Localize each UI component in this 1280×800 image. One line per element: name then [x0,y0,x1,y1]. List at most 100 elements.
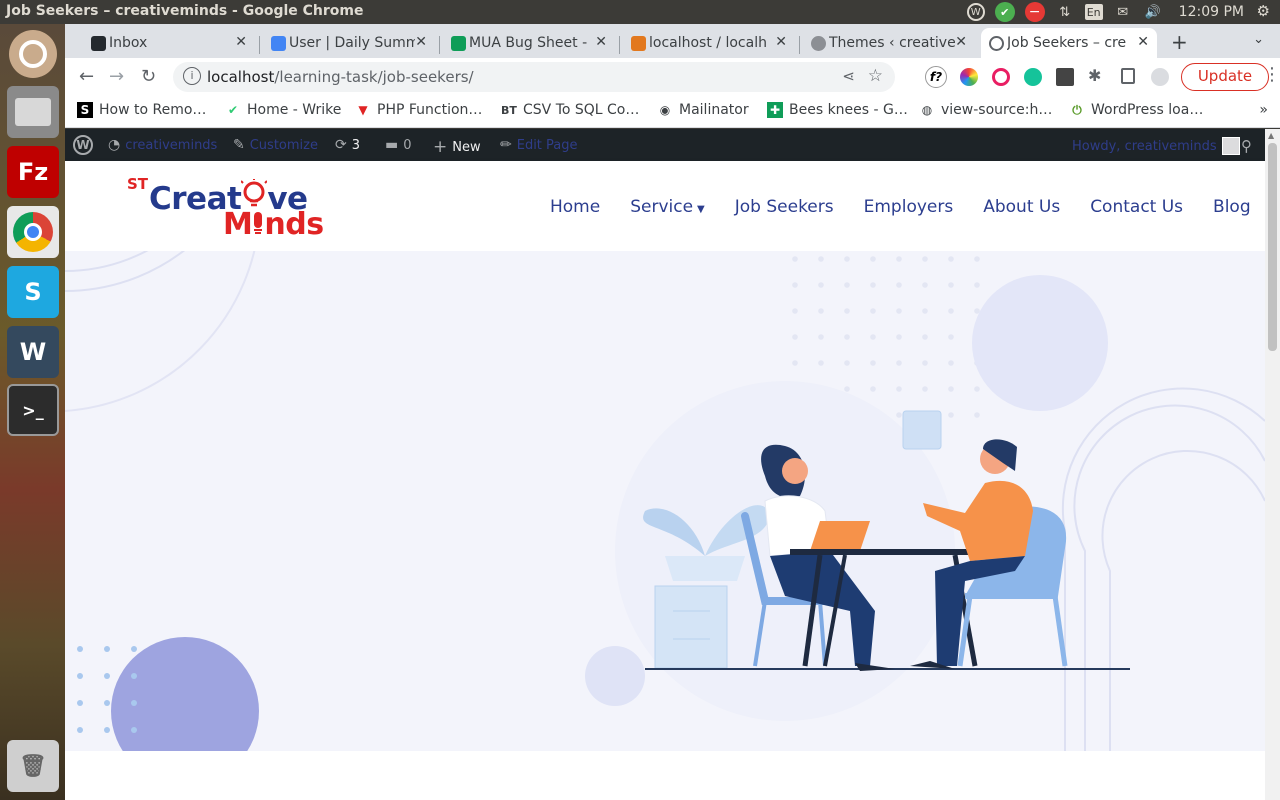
bookmark-item[interactable]: S How to Remo… [77,102,206,118]
bookmark-label: How to Remo… [99,102,207,118]
colorpicker-extension-icon[interactable] [960,68,978,86]
tab-search-icon[interactable]: ⌄ [1253,32,1264,47]
bookmark-item[interactable]: ▼ PHP Function… [355,102,482,118]
tab-phpmyadmin[interactable]: localhost / localh ✕ [623,28,795,58]
bookmark-star-icon[interactable]: ☆ [868,66,883,86]
bookmark-item[interactable]: ◍ view-source:h… [919,102,1053,118]
tab-daily-summary[interactable]: User | Daily Summ ✕ [263,28,435,58]
calendar-icon [271,36,286,51]
network-icon[interactable]: ⇅ [1055,2,1075,22]
chrome-icon[interactable] [7,206,59,258]
check-tray-icon[interactable]: ✔ [994,2,1015,22]
bookmark-item[interactable]: ✚ Bees knees - G… [767,102,908,118]
wp-my-account[interactable]: Howdy, creativeminds [1072,137,1240,155]
bookmark-item[interactable]: BT CSV To SQL Co… [501,102,639,118]
search-icon[interactable]: ⚲ [1241,137,1252,155]
new-tab-button[interactable]: + [1171,30,1188,54]
wp-new[interactable]: + New [433,137,481,157]
tab-themes[interactable]: Themes ‹ creative ✕ [803,28,975,58]
decorative-circle [111,637,259,751]
close-icon[interactable]: ✕ [775,34,787,50]
terminal-icon[interactable]: >_ [7,384,59,436]
address-bar[interactable]: i localhost/learning-task/job-seekers/ ⋖… [173,62,895,92]
wp-updates[interactable]: ⟳ 3 [335,137,360,153]
bookmark-favicon-icon: ✔ [227,103,239,117]
wordpress-logo-icon[interactable]: W [73,135,93,155]
grammarly-extension-icon[interactable] [1024,68,1042,86]
volume-icon[interactable]: 🔊 [1143,2,1163,22]
lightbulb-icon [252,208,264,234]
update-button[interactable]: Update [1181,63,1269,91]
trash-icon[interactable]: 🗑 [7,740,59,792]
wp-customize[interactable]: ✎ Customize [233,137,318,153]
wunderlist-tray-icon[interactable]: W [966,3,985,21]
bookmark-item[interactable]: ◉ Mailinator [657,102,749,118]
bookmarks-overflow-icon[interactable]: » [1259,102,1268,118]
updates-count: 3 [351,137,361,153]
hero-illustration [65,251,1265,751]
back-icon[interactable]: ← [79,66,94,87]
formula-extension-icon[interactable]: f? [925,66,947,88]
bookmark-favicon-icon: ▼ [358,103,368,117]
reload-icon[interactable]: ↻ [141,66,156,87]
mail-icon[interactable]: ✉ [1113,2,1133,22]
tab-mua-bug-sheet[interactable]: MUA Bug Sheet - ✕ [443,28,615,58]
share-icon[interactable]: ⋖ [842,67,855,85]
site-logo[interactable]: ST Creat ve Mnds [127,175,337,242]
clock[interactable]: 12:09 PM [1179,4,1244,20]
extensions-puzzle-icon[interactable]: ✱ [1088,66,1101,85]
close-icon[interactable]: ✕ [595,34,607,50]
tab-job-seekers[interactable]: Job Seekers – cre ✕ [981,28,1157,58]
no-entry-tray-icon[interactable]: − [1024,2,1045,22]
bookmark-item[interactable]: ⏻ WordPress loa… [1069,102,1203,118]
globe-icon [989,36,1004,51]
nav-about-us[interactable]: About Us [983,197,1060,217]
scroll-up-icon[interactable]: ▲ [1268,131,1274,140]
wp-edit-page[interactable]: ✏ Edit Page [500,137,578,153]
close-icon[interactable]: ✕ [415,34,427,50]
bookmark-item[interactable]: ✔ Home - Wrike [225,102,341,118]
filezilla-icon[interactable]: Fz [7,146,59,198]
table [790,549,978,555]
forward-icon[interactable]: → [109,66,124,87]
profile-avatar-icon[interactable] [1151,68,1169,86]
url-text[interactable]: localhost/learning-task/job-seekers/ [207,68,474,86]
decorative-circle [972,275,1108,411]
info-icon[interactable]: i [183,67,201,85]
keyboard-layout-icon[interactable]: En [1084,4,1103,20]
files-icon[interactable] [7,86,59,138]
wordpress-icon [811,36,826,51]
caret-down-icon: ▼ [697,204,705,215]
nav-service[interactable]: Service ▼ [630,197,705,217]
close-icon[interactable]: ✕ [235,34,247,50]
tab-label: Themes ‹ creative [829,35,955,51]
nav-job-seekers[interactable]: Job Seekers [735,197,834,217]
wp-site-name[interactable]: ◔ creativeminds [108,137,217,153]
page-scrollbar[interactable]: ▲ [1265,129,1280,800]
close-icon[interactable]: ✕ [1137,34,1149,50]
side-panel-icon[interactable] [1121,68,1135,84]
screen-recorder-extension-icon[interactable] [992,68,1010,86]
close-icon[interactable]: ✕ [955,34,967,50]
bookmark-favicon-icon: ◍ [921,103,933,117]
new-extension-icon[interactable] [1056,68,1074,86]
bookmark-label: CSV To SQL Co… [523,102,640,118]
tab-inbox[interactable]: Inbox ✕ [83,28,255,58]
wunderlist-icon[interactable]: W [7,326,59,378]
bookmark-favicon-icon: BT [501,103,517,117]
skype-icon[interactable]: S [7,266,59,318]
bookmark-label: WordPress loa… [1091,102,1204,118]
logo-text: nds [264,207,324,242]
kebab-menu-icon[interactable]: ⋮ [1263,64,1280,85]
wp-comments[interactable]: ▬ 0 [385,137,412,153]
nav-service-label: Service [630,197,694,217]
os-top-bar: Job Seekers – creativeminds - Google Chr… [0,0,1280,24]
bookmark-favicon-icon: ⏻ [1072,102,1082,117]
gear-icon[interactable]: ⚙ [1257,2,1270,20]
nav-contact-us[interactable]: Contact Us [1090,197,1183,217]
nav-home[interactable]: Home [550,197,600,217]
nav-employers[interactable]: Employers [864,197,954,217]
nav-blog[interactable]: Blog [1213,197,1251,217]
scrollbar-thumb[interactable] [1268,143,1277,351]
ubuntu-icon[interactable] [9,30,57,78]
